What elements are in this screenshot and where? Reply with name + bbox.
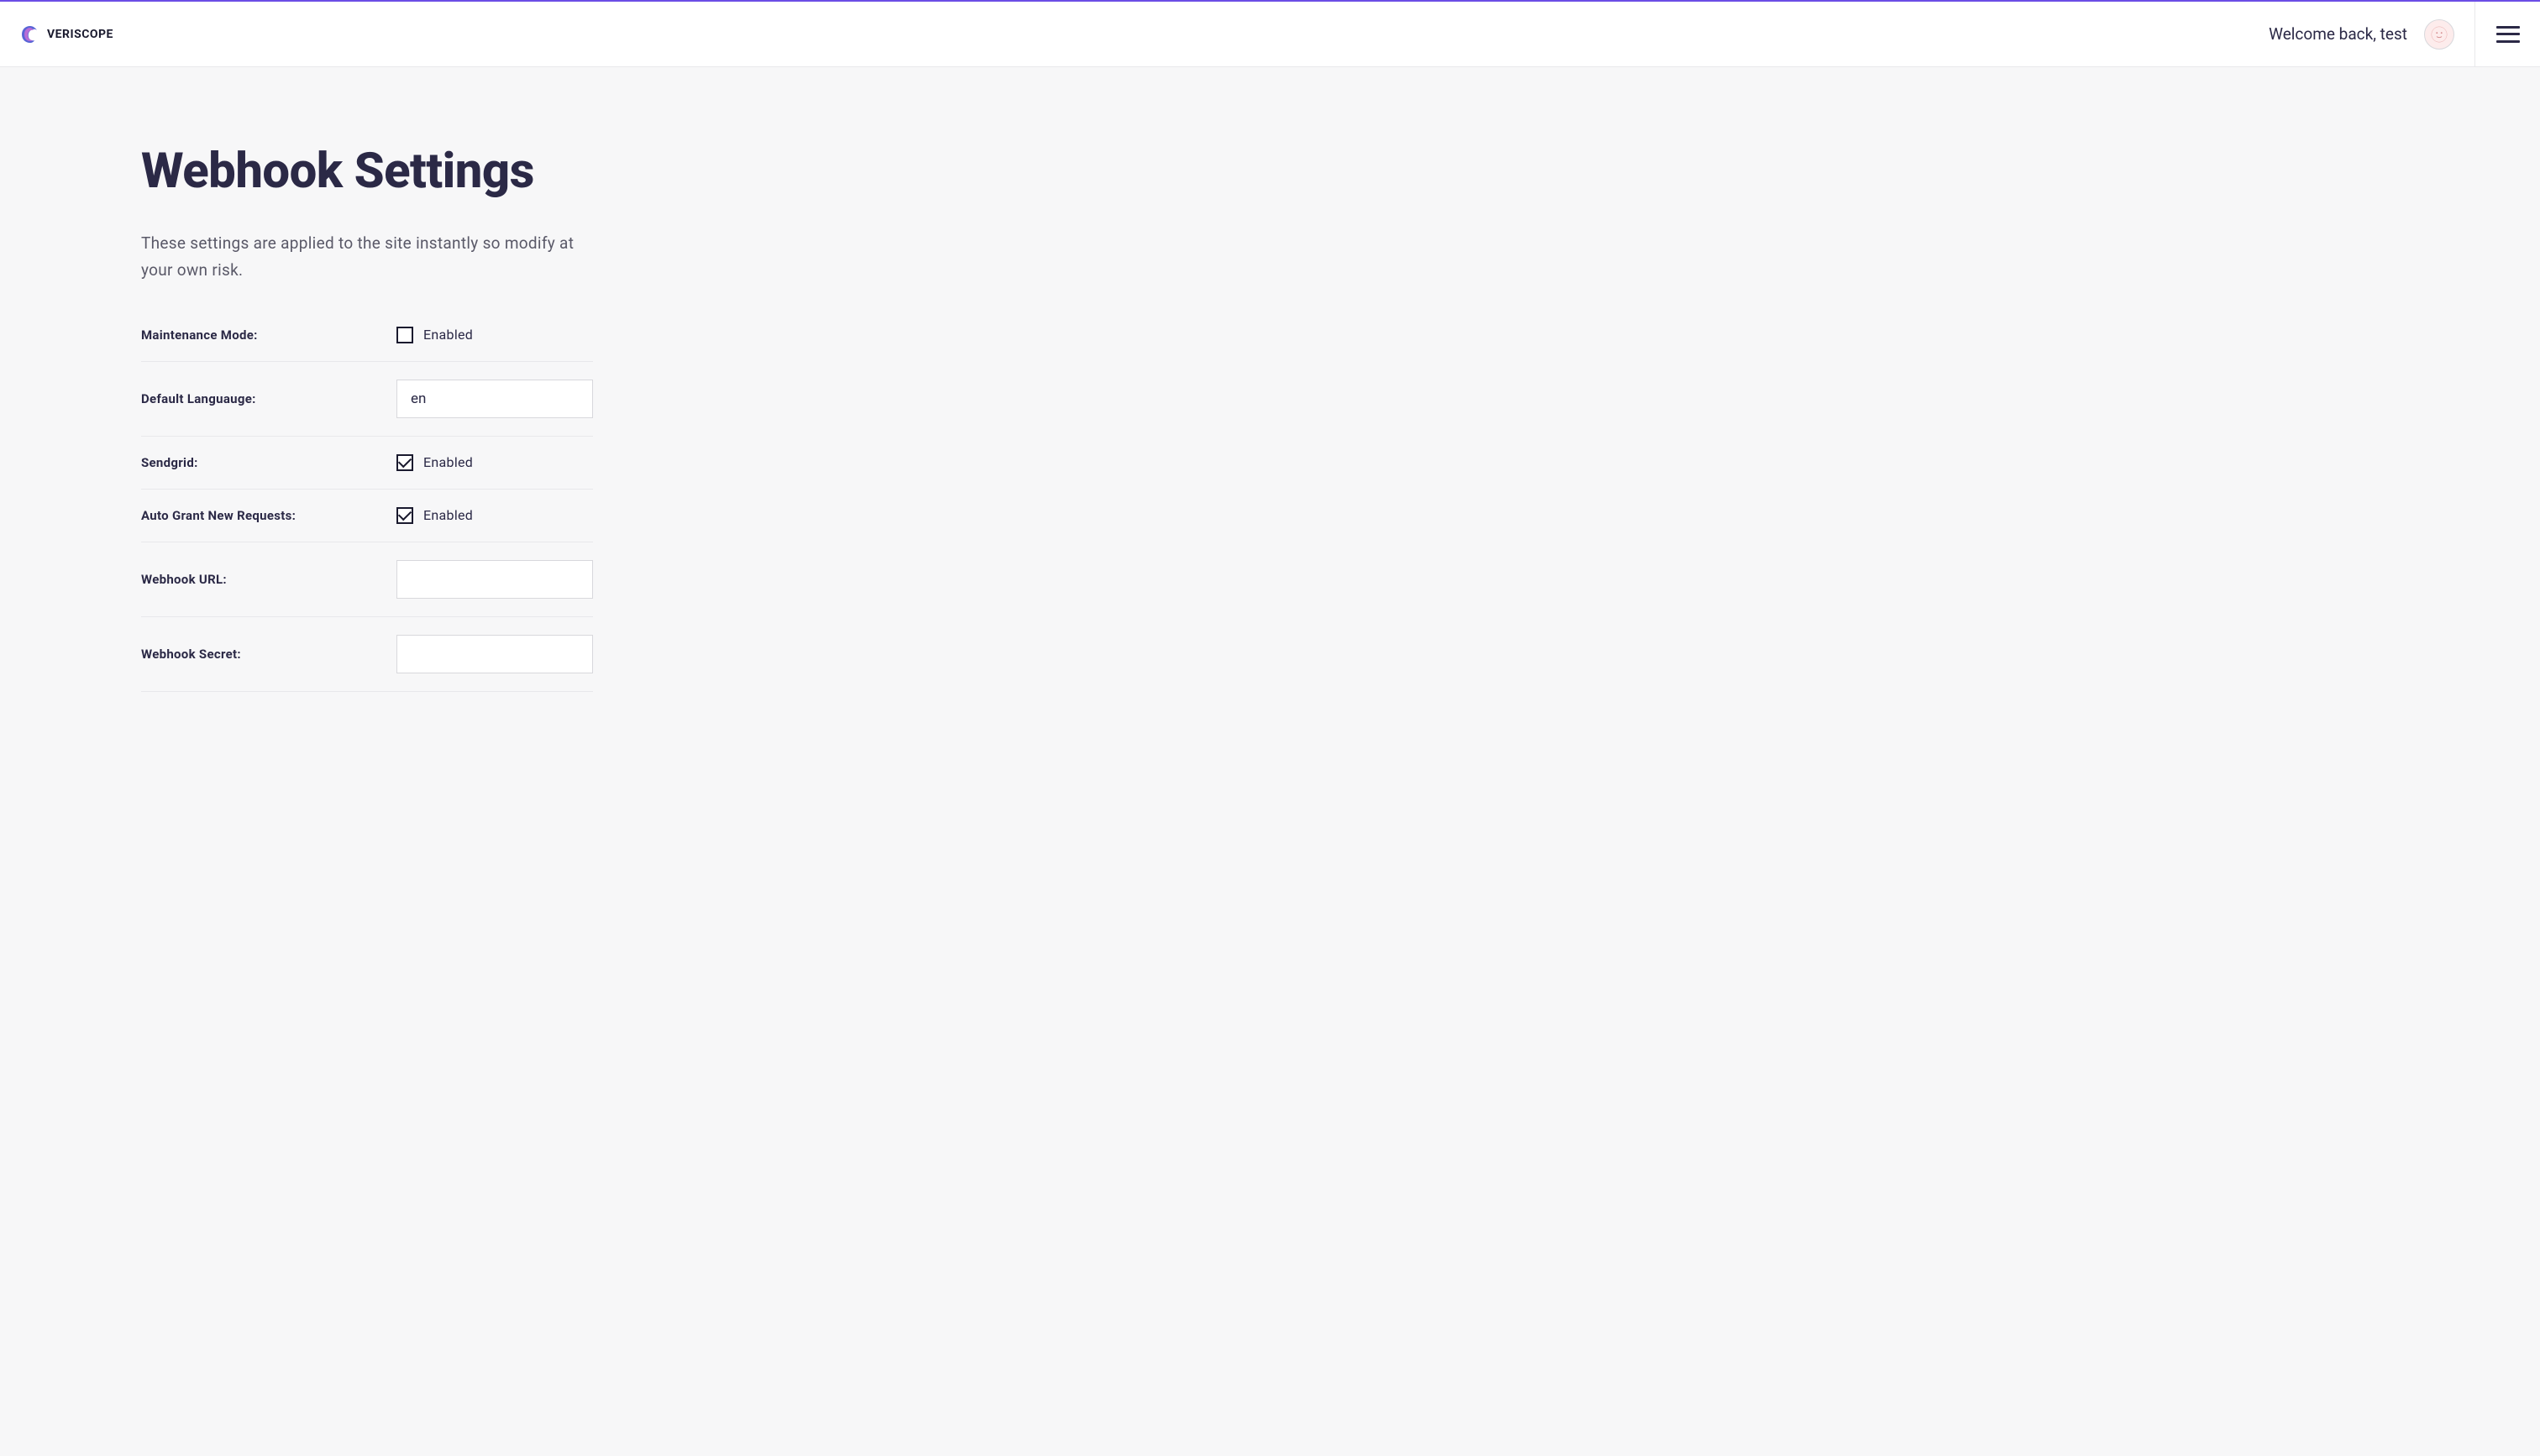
checkbox-box-icon (396, 454, 413, 471)
checkbox-label-auto-grant: Enabled (423, 507, 473, 523)
label-webhook-secret: Webhook Secret: (141, 647, 396, 662)
header-right: Welcome back, test (2269, 2, 2540, 66)
hamburger-icon (2496, 26, 2520, 43)
logo[interactable]: VERISCOPE (20, 24, 113, 45)
checkbox-maintenance-mode[interactable]: Enabled (396, 327, 473, 343)
main-content: Webhook Settings These settings are appl… (0, 67, 605, 692)
control-maintenance-mode: Enabled (396, 327, 593, 343)
row-webhook-secret: Webhook Secret: (141, 617, 593, 692)
checkbox-auto-grant[interactable]: Enabled (396, 507, 473, 524)
row-sendgrid: Sendgrid: Enabled (141, 437, 593, 490)
checkbox-box-icon (396, 507, 413, 524)
label-maintenance-mode: Maintenance Mode: (141, 327, 396, 343)
menu-button[interactable] (2474, 2, 2540, 67)
input-webhook-secret[interactable] (396, 635, 593, 673)
page-title: Webhook Settings (141, 143, 605, 200)
input-default-language[interactable] (396, 380, 593, 418)
label-auto-grant: Auto Grant New Requests: (141, 508, 396, 523)
welcome-text: Welcome back, test (2269, 24, 2407, 44)
label-sendgrid: Sendgrid: (141, 455, 396, 470)
avatar-face-icon (2430, 25, 2448, 44)
control-auto-grant: Enabled (396, 507, 593, 524)
avatar[interactable] (2424, 19, 2454, 50)
brand-name: VERISCOPE (47, 28, 113, 41)
row-maintenance-mode: Maintenance Mode: Enabled (141, 318, 593, 362)
checkbox-label-sendgrid: Enabled (423, 454, 473, 470)
welcome-container: Welcome back, test (2269, 19, 2474, 50)
header: VERISCOPE Welcome back, test (0, 2, 2540, 67)
row-auto-grant: Auto Grant New Requests: Enabled (141, 490, 593, 542)
row-webhook-url: Webhook URL: (141, 542, 593, 617)
input-webhook-url[interactable] (396, 560, 593, 599)
checkbox-box-icon (396, 327, 413, 343)
label-webhook-url: Webhook URL: (141, 572, 396, 587)
control-webhook-url (396, 560, 593, 599)
control-sendgrid: Enabled (396, 454, 593, 471)
label-default-language: Default Languauge: (141, 391, 396, 406)
checkbox-sendgrid[interactable]: Enabled (396, 454, 473, 471)
control-webhook-secret (396, 635, 593, 673)
page-description: These settings are applied to the site i… (141, 230, 595, 285)
control-default-language (396, 380, 593, 418)
checkbox-label-maintenance-mode: Enabled (423, 327, 473, 343)
veriscope-logo-icon (20, 24, 40, 45)
row-default-language: Default Languauge: (141, 362, 593, 437)
